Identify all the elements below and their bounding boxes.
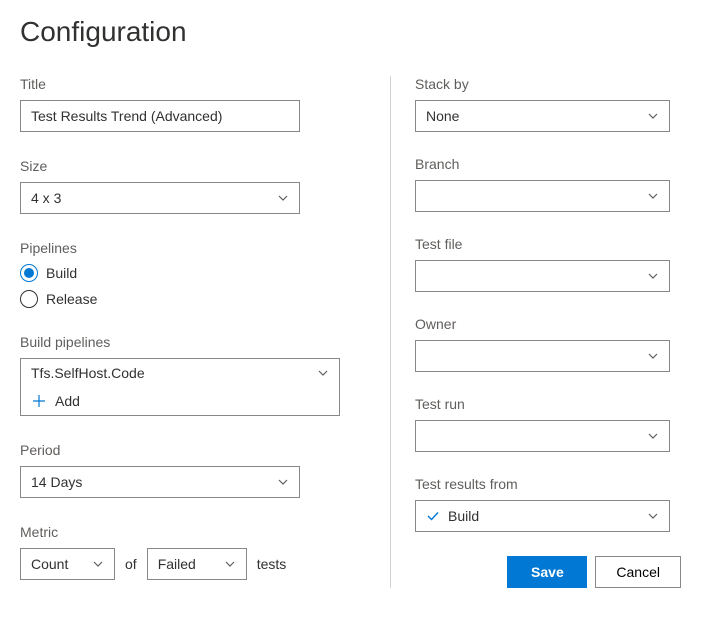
size-value: 4 x 3	[31, 190, 277, 206]
stack-by-value: None	[426, 108, 647, 124]
chevron-down-icon	[277, 192, 289, 204]
test-run-label: Test run	[415, 396, 681, 412]
radio-checked-icon	[20, 264, 38, 282]
chevron-down-icon	[317, 367, 329, 379]
metric-tests-label: tests	[257, 556, 287, 572]
chevron-down-icon	[647, 350, 659, 362]
metric-status-select[interactable]: Failed	[147, 548, 247, 580]
save-button[interactable]: Save	[507, 556, 587, 588]
stack-by-label: Stack by	[415, 76, 681, 92]
metric-of-label: of	[125, 556, 137, 572]
test-results-from-value: Build	[448, 508, 647, 524]
title-input[interactable]	[20, 100, 300, 132]
owner-select[interactable]	[415, 340, 670, 372]
chevron-down-icon	[647, 190, 659, 202]
stack-by-select[interactable]: None	[415, 100, 670, 132]
add-pipeline-button[interactable]: Add	[21, 387, 339, 415]
metric-count-value: Count	[31, 556, 92, 572]
period-value: 14 Days	[31, 474, 277, 490]
chevron-down-icon	[647, 270, 659, 282]
build-pipelines-label: Build pipelines	[20, 334, 366, 350]
add-pipeline-label: Add	[55, 393, 80, 409]
cancel-button[interactable]: Cancel	[595, 556, 681, 588]
metric-label: Metric	[20, 524, 366, 540]
test-results-from-select[interactable]: Build	[415, 500, 670, 532]
build-pipelines-select[interactable]: Tfs.SelfHost.Code	[21, 359, 339, 387]
radio-unchecked-icon	[20, 290, 38, 308]
test-file-label: Test file	[415, 236, 681, 252]
period-select[interactable]: 14 Days	[20, 466, 300, 498]
build-pipelines-box: Tfs.SelfHost.Code Add	[20, 358, 340, 416]
chevron-down-icon	[224, 558, 236, 570]
chevron-down-icon	[647, 510, 659, 522]
branch-label: Branch	[415, 156, 681, 172]
metric-status-value: Failed	[158, 556, 224, 572]
period-label: Period	[20, 442, 366, 458]
size-label: Size	[20, 158, 366, 174]
page-title: Configuration	[20, 16, 681, 48]
build-pipelines-value: Tfs.SelfHost.Code	[31, 365, 317, 381]
pipelines-option-build-label: Build	[46, 265, 77, 281]
title-label: Title	[20, 76, 366, 92]
owner-label: Owner	[415, 316, 681, 332]
check-icon	[426, 509, 440, 523]
branch-select[interactable]	[415, 180, 670, 212]
pipelines-label: Pipelines	[20, 240, 366, 256]
test-results-from-label: Test results from	[415, 476, 681, 492]
chevron-down-icon	[92, 558, 104, 570]
test-run-select[interactable]	[415, 420, 670, 452]
plus-icon	[31, 393, 47, 409]
chevron-down-icon	[647, 430, 659, 442]
metric-count-select[interactable]: Count	[20, 548, 115, 580]
test-file-select[interactable]	[415, 260, 670, 292]
size-select[interactable]: 4 x 3	[20, 182, 300, 214]
pipelines-option-release-label: Release	[46, 291, 97, 307]
pipelines-radio-release[interactable]: Release	[20, 290, 366, 308]
pipelines-radio-build[interactable]: Build	[20, 264, 366, 282]
chevron-down-icon	[277, 476, 289, 488]
chevron-down-icon	[647, 110, 659, 122]
